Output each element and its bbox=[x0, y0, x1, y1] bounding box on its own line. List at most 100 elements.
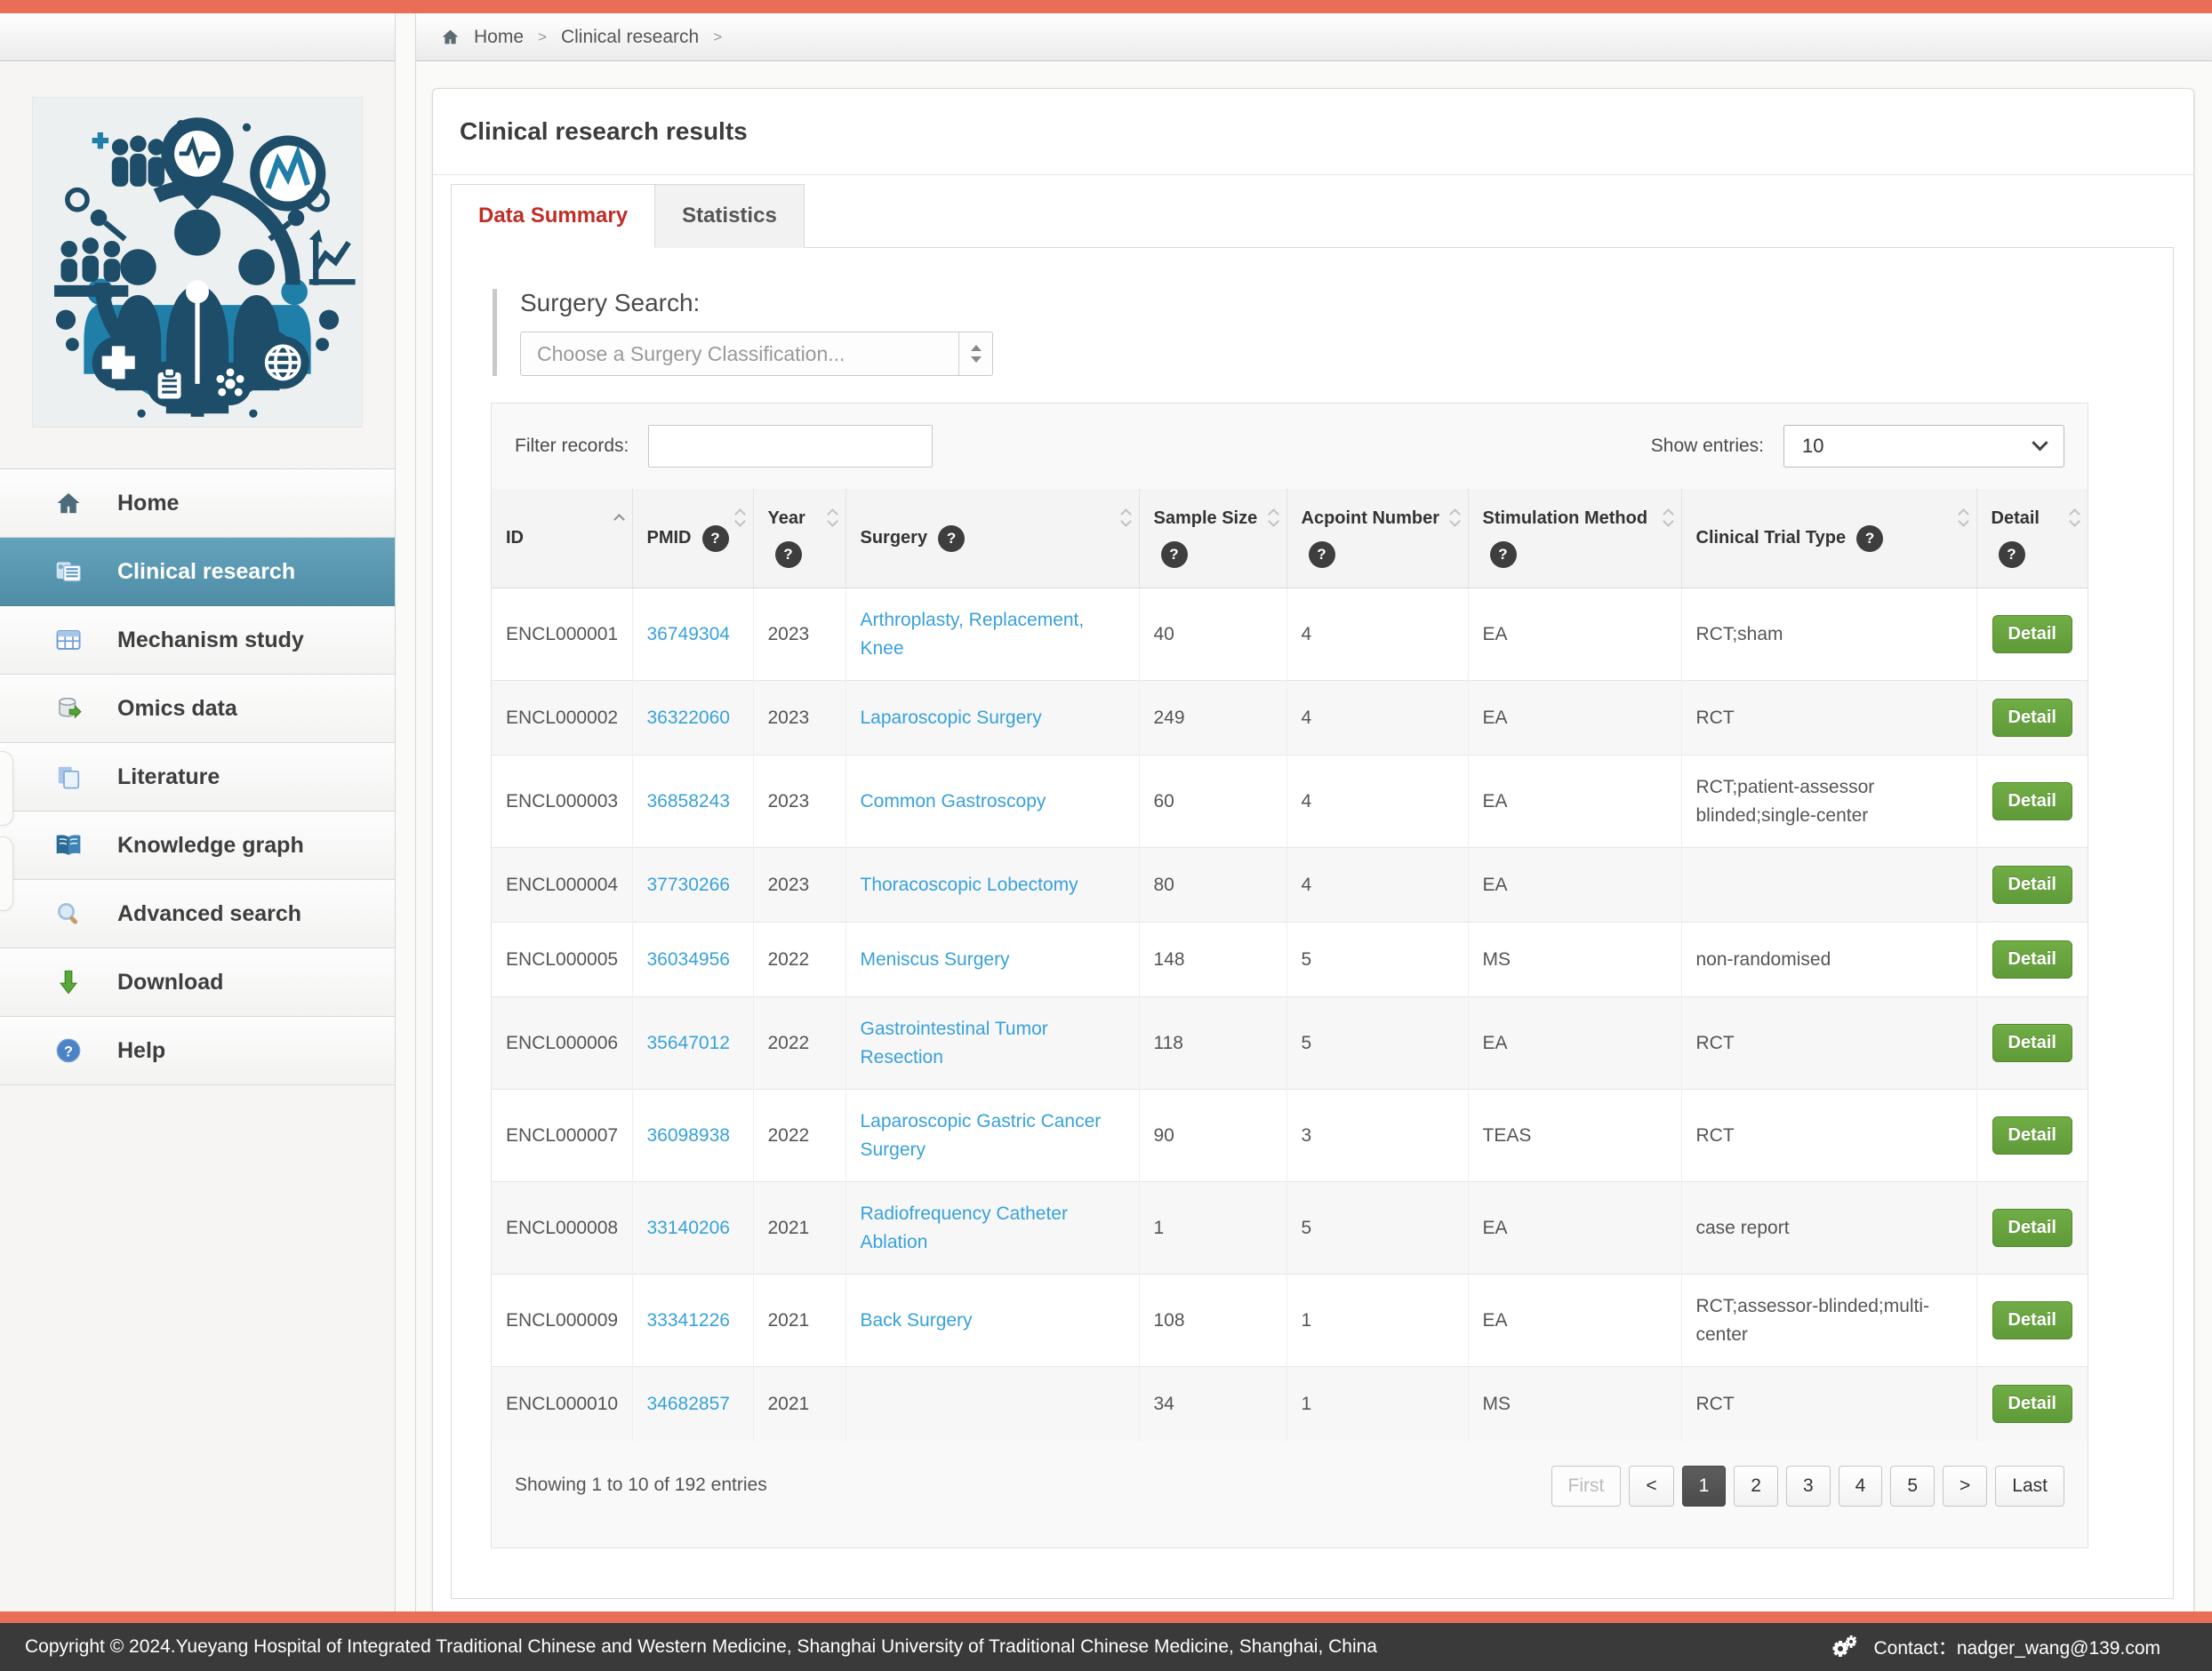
surgery-link[interactable]: Thoracoscopic Lobectomy bbox=[861, 875, 1078, 895]
tab-content: Surgery Search: Choose a Surgery Classif… bbox=[451, 248, 2174, 1599]
sidebar-item-knowledge-graph[interactable]: Knowledge graph bbox=[0, 812, 395, 880]
pmid-link[interactable]: 33341226 bbox=[647, 1310, 730, 1331]
table-row: ENCL000004377302662023Thoracoscopic Lobe… bbox=[492, 848, 2088, 923]
column-header-acpoint-number[interactable]: Acpoint Number? bbox=[1286, 489, 1468, 588]
surgery-link[interactable]: Radiofrequency Catheter Ablation bbox=[861, 1203, 1068, 1252]
detail-button[interactable]: Detail bbox=[1992, 1301, 2072, 1339]
help-icon[interactable]: ? bbox=[1999, 541, 2025, 568]
page-item: 5 bbox=[1890, 1466, 1935, 1507]
cell-clinical-trial-type: RCT bbox=[1681, 1090, 1976, 1182]
contact-text: Contact：nadger_wang@139.com bbox=[1873, 1634, 2160, 1660]
column-label-wrap: PMID? bbox=[647, 525, 730, 552]
column-header-clinical-trial-type[interactable]: Clinical Trial Type? bbox=[1681, 489, 1976, 588]
tab-area: Data Summary Statistics Surgery Search: … bbox=[451, 184, 2174, 1599]
column-label-wrap: Sample Size bbox=[1154, 508, 1263, 529]
column-header-surgery[interactable]: Surgery? bbox=[846, 489, 1139, 588]
surgery-link[interactable]: Back Surgery bbox=[861, 1310, 973, 1331]
cell-clinical-trial-type: RCT;assessor-blinded;multi-center bbox=[1681, 1275, 1976, 1367]
cell-detail: Detail bbox=[1976, 756, 2088, 848]
column-label: Clinical Trial Type bbox=[1696, 528, 1847, 548]
page-button-page-1[interactable]: 1 bbox=[1682, 1466, 1727, 1507]
page-item: 3 bbox=[1786, 1466, 1831, 1507]
sidebar-item-mechanism-study[interactable]: Mechanism study bbox=[0, 606, 395, 675]
page-button-last[interactable]: Last bbox=[1995, 1466, 2064, 1507]
pmid-link[interactable]: 36034956 bbox=[647, 949, 730, 970]
surgery-link[interactable]: Laparoscopic Surgery bbox=[861, 708, 1042, 728]
sidebar-item-home[interactable]: Home bbox=[0, 469, 395, 538]
cell-acpoint-number: 4 bbox=[1286, 588, 1468, 681]
sort-icon bbox=[1960, 510, 1968, 525]
surgery-link[interactable]: Gastrointestinal Tumor Resection bbox=[861, 1019, 1048, 1067]
detail-button[interactable]: Detail bbox=[1992, 1209, 2072, 1247]
help-icon[interactable]: ? bbox=[1856, 525, 1883, 552]
column-header-stimulation-method[interactable]: Stimulation Method? bbox=[1468, 489, 1681, 588]
cell-pmid: 34682857 bbox=[632, 1367, 753, 1442]
cell-year: 2023 bbox=[753, 681, 846, 756]
cell-detail: Detail bbox=[1976, 1182, 2088, 1275]
column-header-id[interactable]: ID bbox=[492, 489, 632, 588]
sidebar-gutter bbox=[395, 13, 416, 1611]
sidebar-item-label: Mechanism study bbox=[117, 628, 304, 653]
help-icon[interactable]: ? bbox=[702, 525, 729, 552]
results-card: Clinical research results Data Summary S… bbox=[432, 88, 2194, 1646]
help-icon[interactable]: ? bbox=[1490, 541, 1517, 568]
surgery-link[interactable]: Arthroplasty, Replacement, Knee bbox=[861, 610, 1085, 659]
pmid-link[interactable]: 36858243 bbox=[647, 791, 730, 812]
column-header-detail[interactable]: Detail? bbox=[1976, 489, 2088, 588]
page-button-page-4[interactable]: 4 bbox=[1839, 1466, 1883, 1507]
column-label-wrap: Year bbox=[768, 508, 822, 529]
sidebar-item-advanced-search[interactable]: Advanced search bbox=[0, 880, 395, 948]
help-icon[interactable]: ? bbox=[775, 541, 802, 568]
show-entries-select[interactable]: 10 bbox=[1783, 425, 2064, 468]
breadcrumb-link-clinical-research[interactable]: Clinical research bbox=[561, 27, 699, 48]
pmid-link[interactable]: 35647012 bbox=[647, 1033, 730, 1053]
page-button-page-5[interactable]: 5 bbox=[1890, 1466, 1935, 1507]
tab-data-summary[interactable]: Data Summary bbox=[451, 184, 655, 248]
pmid-link[interactable]: 36098938 bbox=[647, 1125, 730, 1146]
side-panel-handle[interactable] bbox=[0, 751, 13, 826]
page-button-prev[interactable]: < bbox=[1629, 1466, 1673, 1507]
breadcrumb-link-home[interactable]: Home bbox=[474, 27, 524, 48]
detail-button[interactable]: Detail bbox=[1992, 699, 2072, 737]
detail-button[interactable]: Detail bbox=[1992, 615, 2072, 653]
help-icon[interactable]: ? bbox=[938, 525, 965, 552]
column-header-year[interactable]: Year? bbox=[753, 489, 846, 588]
surgery-link[interactable]: Laparoscopic Gastric Cancer Surgery bbox=[861, 1111, 1102, 1160]
tab-statistics[interactable]: Statistics bbox=[655, 184, 805, 248]
select-spinner-icon[interactable] bbox=[958, 332, 992, 375]
detail-button[interactable]: Detail bbox=[1992, 940, 2072, 979]
page-button-page-3[interactable]: 3 bbox=[1786, 1466, 1831, 1507]
detail-button[interactable]: Detail bbox=[1992, 866, 2072, 904]
sidebar-item-literature[interactable]: Literature bbox=[0, 743, 395, 812]
sidebar-item-clinical-research[interactable]: Clinical research bbox=[0, 538, 395, 606]
sort-icon bbox=[829, 510, 837, 525]
page-button-page-2[interactable]: 2 bbox=[1734, 1466, 1778, 1507]
surgery-link[interactable]: Meniscus Surgery bbox=[861, 949, 1010, 970]
filter-input[interactable] bbox=[648, 425, 933, 468]
cell-id: ENCL000009 bbox=[492, 1275, 632, 1367]
help-icon[interactable]: ? bbox=[1309, 541, 1335, 568]
pmid-link[interactable]: 34682857 bbox=[647, 1394, 730, 1414]
cell-acpoint-number: 1 bbox=[1286, 1367, 1468, 1442]
surgery-classification-select[interactable]: Choose a Surgery Classification... bbox=[520, 332, 993, 376]
help-icon[interactable]: ? bbox=[1161, 541, 1188, 568]
pmid-link[interactable]: 36749304 bbox=[647, 624, 730, 644]
pmid-link[interactable]: 33140206 bbox=[647, 1218, 730, 1238]
sidebar-item-label: Home bbox=[117, 491, 179, 516]
detail-button[interactable]: Detail bbox=[1992, 1024, 2072, 1062]
surgery-link[interactable]: Common Gastroscopy bbox=[861, 791, 1046, 812]
side-panel-handle[interactable] bbox=[0, 836, 13, 911]
sidebar-item-download[interactable]: Download bbox=[0, 948, 395, 1017]
column-label: Year bbox=[768, 508, 805, 529]
page-button-next[interactable]: > bbox=[1943, 1466, 1987, 1507]
detail-button[interactable]: Detail bbox=[1992, 1385, 2072, 1423]
page-item: 4 bbox=[1839, 1466, 1883, 1507]
pmid-link[interactable]: 37730266 bbox=[647, 875, 730, 895]
column-header-sample-size[interactable]: Sample Size? bbox=[1139, 489, 1286, 588]
sidebar-item-help[interactable]: ? Help bbox=[0, 1017, 395, 1085]
pmid-link[interactable]: 36322060 bbox=[647, 708, 730, 728]
column-header-pmid[interactable]: PMID? bbox=[632, 489, 753, 588]
detail-button[interactable]: Detail bbox=[1992, 782, 2072, 820]
sidebar-item-omics-data[interactable]: Omics data bbox=[0, 675, 395, 743]
detail-button[interactable]: Detail bbox=[1992, 1116, 2072, 1155]
